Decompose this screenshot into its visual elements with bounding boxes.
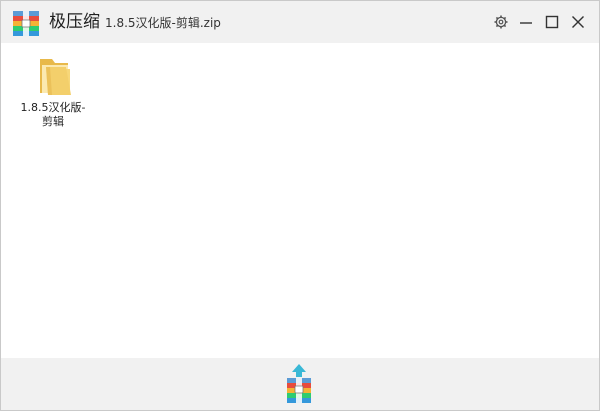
maximize-icon[interactable] <box>544 14 560 30</box>
compress-icon[interactable] <box>284 363 314 405</box>
close-icon[interactable] <box>570 14 586 30</box>
folder-icon <box>40 59 71 95</box>
archive-file-name: 1.8.5汉化版-剪辑.zip <box>105 16 221 30</box>
file-item-folder[interactable]: 1.8.5汉化版-剪辑 <box>19 55 87 129</box>
app-window: 极压缩 1.8.5汉化版-剪辑.zip 1.8.5汉化版-剪辑 <box>0 0 600 411</box>
title-bar[interactable]: 极压缩 1.8.5汉化版-剪辑.zip <box>1 1 599 43</box>
app-logo-icon <box>13 11 39 36</box>
app-title: 极压缩 <box>49 12 100 32</box>
file-item-label: 1.8.5汉化版-剪辑 <box>20 101 86 128</box>
footer-bar <box>1 358 599 410</box>
minimize-icon[interactable] <box>518 14 534 30</box>
gear-icon[interactable] <box>493 14 509 30</box>
file-list-area[interactable]: 1.8.5汉化版-剪辑 <box>1 43 599 358</box>
